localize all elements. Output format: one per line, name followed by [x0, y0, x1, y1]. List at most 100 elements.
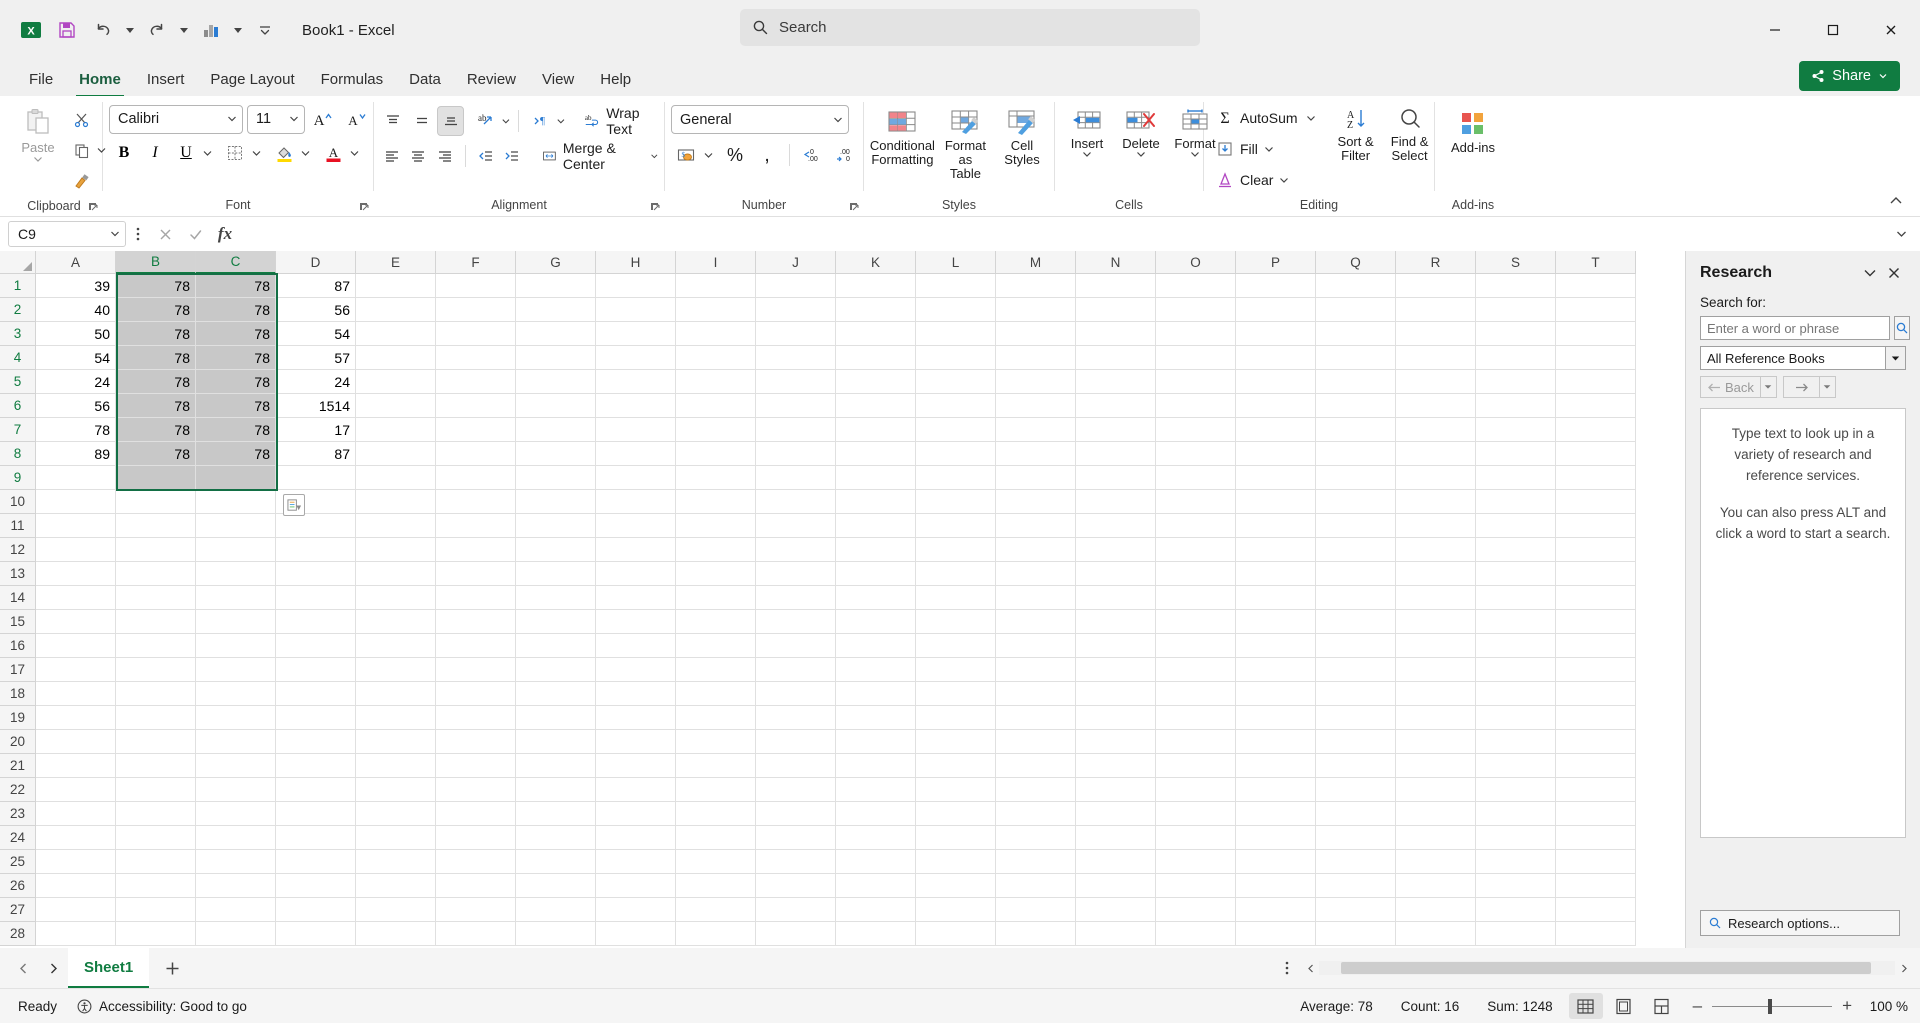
table-row[interactable] [36, 490, 1668, 514]
cell-B18[interactable] [116, 682, 196, 706]
fill-button[interactable]: Fill [1210, 135, 1318, 163]
cell-J4[interactable] [756, 346, 836, 370]
table-row[interactable] [36, 898, 1668, 922]
cell-E11[interactable] [356, 514, 436, 538]
align-middle-button[interactable] [409, 106, 436, 136]
cell-P11[interactable] [1236, 514, 1316, 538]
cell-R6[interactable] [1396, 394, 1476, 418]
cell-C5[interactable]: 78 [196, 370, 276, 394]
cell-L17[interactable] [916, 658, 996, 682]
cell-N22[interactable] [1076, 778, 1156, 802]
cell-R11[interactable] [1396, 514, 1476, 538]
cell-R12[interactable] [1396, 538, 1476, 562]
cell-J10[interactable] [756, 490, 836, 514]
cell-G15[interactable] [516, 610, 596, 634]
cell-R16[interactable] [1396, 634, 1476, 658]
cell-Q14[interactable] [1316, 586, 1396, 610]
cell-G9[interactable] [516, 466, 596, 490]
select-all-corner[interactable] [0, 251, 36, 274]
addins-button[interactable]: Add-ins [1442, 106, 1504, 157]
cell-L26[interactable] [916, 874, 996, 898]
cell-D20[interactable] [276, 730, 356, 754]
cell-O23[interactable] [1156, 802, 1236, 826]
cell-C9[interactable] [196, 466, 276, 490]
cell-I19[interactable] [676, 706, 756, 730]
cell-I5[interactable] [676, 370, 756, 394]
close-icon[interactable] [1882, 261, 1906, 285]
cell-G24[interactable] [516, 826, 596, 850]
cell-L4[interactable] [916, 346, 996, 370]
table-row[interactable]: 54 78 78 57 [36, 346, 1668, 370]
cell-T21[interactable] [1556, 754, 1636, 778]
cell-Q19[interactable] [1316, 706, 1396, 730]
cell-H12[interactable] [596, 538, 676, 562]
cell-H21[interactable] [596, 754, 676, 778]
cell-F26[interactable] [436, 874, 516, 898]
cell-G18[interactable] [516, 682, 596, 706]
table-row[interactable]: 24 78 78 24 [36, 370, 1668, 394]
share-button[interactable]: Share [1799, 61, 1900, 91]
cell-G16[interactable] [516, 634, 596, 658]
cell-Q24[interactable] [1316, 826, 1396, 850]
cell-G3[interactable] [516, 322, 596, 346]
cell-H18[interactable] [596, 682, 676, 706]
column-header-q[interactable]: Q [1316, 251, 1396, 274]
cell-L19[interactable] [916, 706, 996, 730]
column-header-a[interactable]: A [36, 251, 116, 274]
column-header-j[interactable]: J [756, 251, 836, 274]
cell-C2[interactable]: 78 [196, 298, 276, 322]
enter-icon[interactable] [180, 221, 210, 247]
cell-M11[interactable] [996, 514, 1076, 538]
cell-J23[interactable] [756, 802, 836, 826]
column-header-t[interactable]: T [1556, 251, 1636, 274]
cell-Q23[interactable] [1316, 802, 1396, 826]
cell-S4[interactable] [1476, 346, 1556, 370]
cell-P21[interactable] [1236, 754, 1316, 778]
cell-Q5[interactable] [1316, 370, 1396, 394]
cell-F25[interactable] [436, 850, 516, 874]
cell-O5[interactable] [1156, 370, 1236, 394]
increase-indent-button[interactable] [500, 141, 524, 171]
row-header-12[interactable]: 12 [0, 538, 36, 562]
cell-L12[interactable] [916, 538, 996, 562]
cell-P6[interactable] [1236, 394, 1316, 418]
table-row[interactable] [36, 586, 1668, 610]
table-row[interactable] [36, 874, 1668, 898]
cell-F10[interactable] [436, 490, 516, 514]
number-dialog-launcher[interactable] [846, 199, 861, 214]
increase-font-size-button[interactable]: A [309, 104, 339, 134]
cell-A19[interactable] [36, 706, 116, 730]
reference-source-select[interactable]: All Reference Books [1700, 346, 1906, 370]
cell-Q13[interactable] [1316, 562, 1396, 586]
cell-K13[interactable] [836, 562, 916, 586]
cell-Q28[interactable] [1316, 922, 1396, 946]
cell-N12[interactable] [1076, 538, 1156, 562]
table-row[interactable]: 39 78 78 87 [36, 274, 1668, 298]
cell-C22[interactable] [196, 778, 276, 802]
cell-G22[interactable] [516, 778, 596, 802]
page-layout-view-button[interactable] [1607, 993, 1641, 1019]
cell-I8[interactable] [676, 442, 756, 466]
font-size-combo[interactable]: 11 [247, 104, 305, 134]
cell-O21[interactable] [1156, 754, 1236, 778]
cell-E22[interactable] [356, 778, 436, 802]
cell-L10[interactable] [916, 490, 996, 514]
cell-S25[interactable] [1476, 850, 1556, 874]
row-header-28[interactable]: 28 [0, 922, 36, 946]
cell-I3[interactable] [676, 322, 756, 346]
row-header-5[interactable]: 5 [0, 370, 36, 394]
cell-E2[interactable] [356, 298, 436, 322]
column-header-k[interactable]: K [836, 251, 916, 274]
horizontal-scroll-track[interactable] [1319, 961, 1895, 975]
cell-D24[interactable] [276, 826, 356, 850]
cell-L14[interactable] [916, 586, 996, 610]
cell-B26[interactable] [116, 874, 196, 898]
cell-H5[interactable] [596, 370, 676, 394]
cell-F17[interactable] [436, 658, 516, 682]
cell-K4[interactable] [836, 346, 916, 370]
cell-I11[interactable] [676, 514, 756, 538]
cell-C19[interactable] [196, 706, 276, 730]
forward-button-group[interactable] [1782, 376, 1836, 398]
cell-B15[interactable] [116, 610, 196, 634]
cell-G14[interactable] [516, 586, 596, 610]
